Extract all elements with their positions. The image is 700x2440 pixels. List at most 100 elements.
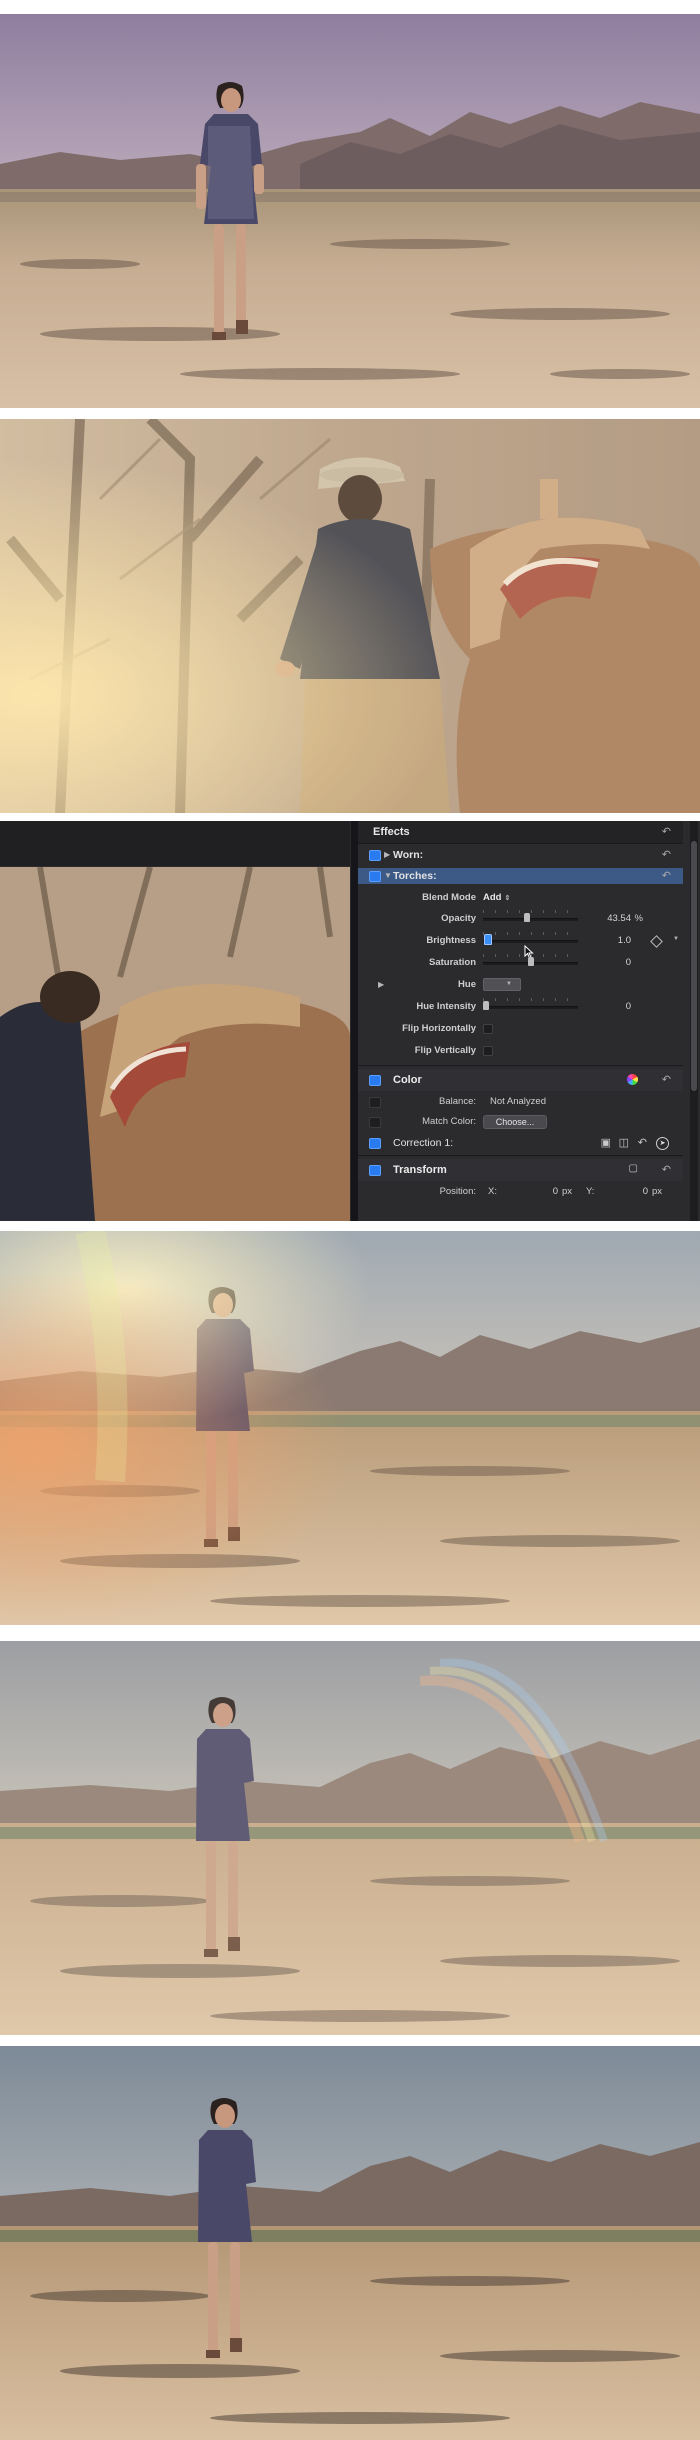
- color-enable-checkbox[interactable]: [369, 1075, 381, 1086]
- slider-thumb[interactable]: [484, 934, 492, 945]
- chevron-down-icon[interactable]: ▼: [673, 936, 679, 942]
- x-value[interactable]: 0: [518, 1186, 558, 1197]
- color-section-header[interactable]: Color ↶: [358, 1069, 683, 1091]
- param-unit: %: [634, 913, 643, 924]
- param-value[interactable]: 43.54: [571, 913, 631, 924]
- desert-woman-photo-2: [0, 1231, 700, 1625]
- effect-label-worn: Worn:: [393, 849, 424, 861]
- balance-label: Balance:: [439, 1096, 476, 1107]
- param-value[interactable]: 1.0: [571, 935, 631, 946]
- x-label: X:: [488, 1186, 497, 1197]
- correction-enable-checkbox[interactable]: [369, 1138, 381, 1149]
- x-unit: px: [562, 1186, 573, 1197]
- onscreen-controls-icon[interactable]: ▢: [629, 1163, 638, 1174]
- color-wheel-icon[interactable]: [627, 1074, 638, 1085]
- param-hue: ▶ Hue ▼: [358, 975, 683, 995]
- effect-row-worn[interactable]: ▶ Worn: ↶: [358, 845, 683, 865]
- effect-enable-checkbox[interactable]: [369, 850, 381, 861]
- divider: [358, 1155, 683, 1156]
- reset-icon[interactable]: ↶: [662, 825, 671, 838]
- balance-value: Not Analyzed: [490, 1096, 546, 1107]
- choose-button[interactable]: Choose...: [483, 1115, 547, 1129]
- param-label: Saturation: [429, 957, 476, 968]
- param-label: Blend Mode: [422, 892, 476, 903]
- correction-title: Correction 1:: [393, 1137, 454, 1149]
- brightness-slider[interactable]: [483, 940, 578, 943]
- viewer[interactable]: [0, 867, 350, 1221]
- effect-row-torches[interactable]: ▼ Torches: ↶: [358, 868, 683, 884]
- param-flip-vertically: Flip Vertically: [358, 1041, 683, 1061]
- position-label: Position:: [439, 1186, 476, 1197]
- slider-thumb[interactable]: [483, 1001, 489, 1010]
- match-color-label: Match Color:: [422, 1116, 476, 1127]
- color-balance-row: Balance: Not Analyzed: [358, 1093, 683, 1111]
- reset-icon[interactable]: ↶: [662, 869, 671, 882]
- param-label: Brightness: [426, 935, 476, 946]
- slider-ticks: [483, 932, 578, 935]
- desert-woman-photo-1: [0, 14, 700, 408]
- reset-icon[interactable]: ↶: [638, 1136, 647, 1149]
- popup-arrows-icon: ⇕: [504, 895, 511, 902]
- param-flip-horizontally: Flip Horizontally: [358, 1019, 683, 1039]
- viewer-frame-photo: [0, 867, 350, 1221]
- divider: [358, 1065, 683, 1066]
- scrollbar-thumb[interactable]: [691, 841, 697, 1091]
- inspector-title: Effects: [373, 826, 410, 838]
- hue-intensity-slider[interactable]: [483, 1006, 578, 1009]
- hue-color-well[interactable]: [483, 978, 521, 991]
- blend-mode-popup[interactable]: Add ⇕: [483, 892, 510, 903]
- man-horse-photo: [0, 419, 700, 813]
- effect-enable-checkbox[interactable]: [369, 871, 381, 882]
- param-label: Flip Vertically: [414, 1045, 476, 1056]
- photo-frame-1: [0, 14, 700, 408]
- photo-frame-6: [0, 2046, 700, 2440]
- slider-ticks: [483, 998, 578, 1001]
- opacity-slider[interactable]: [483, 918, 578, 921]
- reset-icon[interactable]: ↶: [662, 1073, 671, 1086]
- correction-row[interactable]: Correction 1: ▣ ◫ ↶ ➤: [358, 1133, 683, 1153]
- effects-inspector: Effects ↶ ▶ Worn: ↶ ▼ Torches: ↶ Blend M…: [358, 821, 700, 1221]
- transform-section-title: Transform: [393, 1164, 447, 1176]
- slider-thumb[interactable]: [524, 913, 530, 922]
- param-value[interactable]: 0: [571, 1001, 631, 1012]
- param-value[interactable]: 0: [571, 957, 631, 968]
- match-color-row: Match Color: Choose...: [358, 1113, 683, 1131]
- effect-label-torches: Torches:: [393, 870, 437, 882]
- param-label: Hue Intensity: [416, 1001, 476, 1012]
- photo-frame-2: [0, 419, 700, 813]
- desert-woman-photo-3: [0, 1641, 700, 2035]
- y-value[interactable]: 0: [608, 1186, 648, 1197]
- disclosure-triangle-icon[interactable]: ▼: [384, 871, 392, 880]
- reset-icon[interactable]: ↶: [662, 1163, 671, 1176]
- slider-thumb[interactable]: [528, 957, 534, 966]
- photo-frame-5: [0, 1641, 700, 2035]
- param-saturation: Saturation 0: [358, 953, 683, 973]
- camera-icon[interactable]: ◫: [619, 1136, 629, 1149]
- param-blend-mode: Blend Mode Add ⇕: [358, 889, 683, 907]
- param-label: Hue: [458, 979, 476, 990]
- param-hue-intensity: Hue Intensity 0: [358, 997, 683, 1017]
- slider-ticks: [483, 910, 578, 913]
- color-section-title: Color: [393, 1074, 422, 1086]
- position-row: Position: X: 0 px Y: 0 px: [358, 1183, 683, 1201]
- param-opacity: Opacity 43.54 %: [358, 909, 683, 929]
- photo-frame-4: [0, 1231, 700, 1625]
- desert-woman-photo-4: [0, 2046, 700, 2440]
- viewer-toolbar: [0, 821, 350, 867]
- blend-mode-value: Add: [483, 892, 502, 903]
- chevron-down-icon[interactable]: ▼: [506, 981, 512, 987]
- onscreen-controls-icon[interactable]: ▣: [601, 1136, 611, 1149]
- keyframe-diamond-icon[interactable]: [650, 935, 663, 948]
- transform-section-header[interactable]: Transform ▢ ↶: [358, 1159, 683, 1181]
- reset-icon[interactable]: ↶: [662, 848, 671, 861]
- param-brightness: Brightness 1.0 ▼: [358, 931, 683, 951]
- flip-vertically-checkbox[interactable]: [483, 1046, 493, 1056]
- editor-window: Effects ↶ ▶ Worn: ↶ ▼ Torches: ↶ Blend M…: [0, 821, 700, 1221]
- disclosure-triangle-icon[interactable]: ▶: [384, 850, 390, 859]
- flip-horizontally-checkbox[interactable]: [483, 1024, 493, 1034]
- transform-enable-checkbox[interactable]: [369, 1165, 381, 1176]
- circle-arrow-icon[interactable]: ➤: [656, 1137, 669, 1150]
- y-unit: px: [652, 1186, 663, 1197]
- param-label: Opacity: [441, 913, 476, 924]
- param-label: Flip Horizontally: [402, 1023, 476, 1034]
